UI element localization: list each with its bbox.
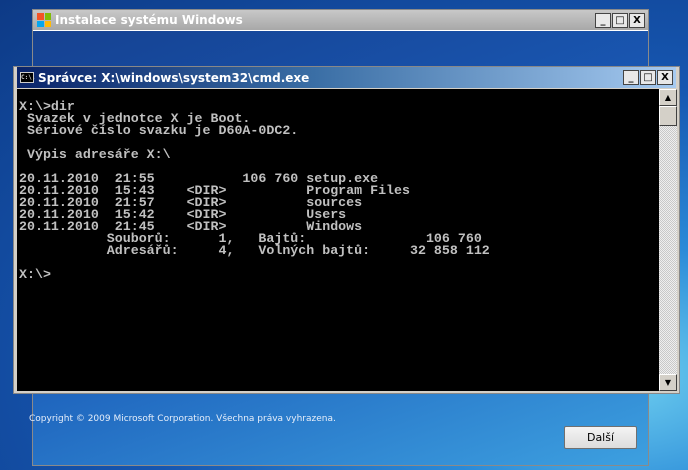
vertical-scrollbar[interactable]: ▲ ▼ [659, 89, 677, 391]
scroll-up-arrow-icon[interactable]: ▲ [659, 89, 677, 106]
close-button[interactable]: X [629, 12, 645, 28]
cmd-close-button[interactable]: X [657, 70, 673, 85]
console-line: Sériové číslo svazku je D60A-0DC2. [19, 123, 299, 138]
cmd-minimize-button[interactable]: _ [623, 70, 639, 85]
maximize-button[interactable]: □ [612, 12, 628, 28]
copyright-text: Copyright © 2009 Microsoft Corporation. … [29, 414, 336, 424]
setup-title: Instalace systému Windows [55, 13, 243, 27]
windows-logo-icon [37, 13, 51, 27]
cmd-title: Správce: X:\windows\system32\cmd.exe [38, 70, 310, 85]
minimize-button[interactable]: _ [595, 12, 611, 28]
console-line: X:\> [19, 267, 51, 282]
next-button[interactable]: Další [564, 426, 637, 449]
console-output[interactable]: X:\>dir Svazek v jednotce X je Boot. Sér… [17, 89, 659, 391]
scroll-thumb[interactable] [659, 106, 677, 126]
cmd-icon: C:\. [20, 72, 36, 83]
cmd-maximize-button[interactable]: □ [640, 70, 656, 85]
setup-title-bar[interactable]: Instalace systému Windows _ □ X [33, 10, 648, 31]
cmd-window: C:\. Správce: X:\windows\system32\cmd.ex… [13, 66, 680, 394]
cmd-title-bar[interactable]: C:\. Správce: X:\windows\system32\cmd.ex… [17, 67, 676, 88]
console-line: Výpis adresáře X:\ [19, 147, 171, 162]
console-line: Adresářů: 4, Volných bajtů: 32 858 112 [19, 243, 490, 258]
scroll-down-arrow-icon[interactable]: ▼ [659, 374, 677, 391]
